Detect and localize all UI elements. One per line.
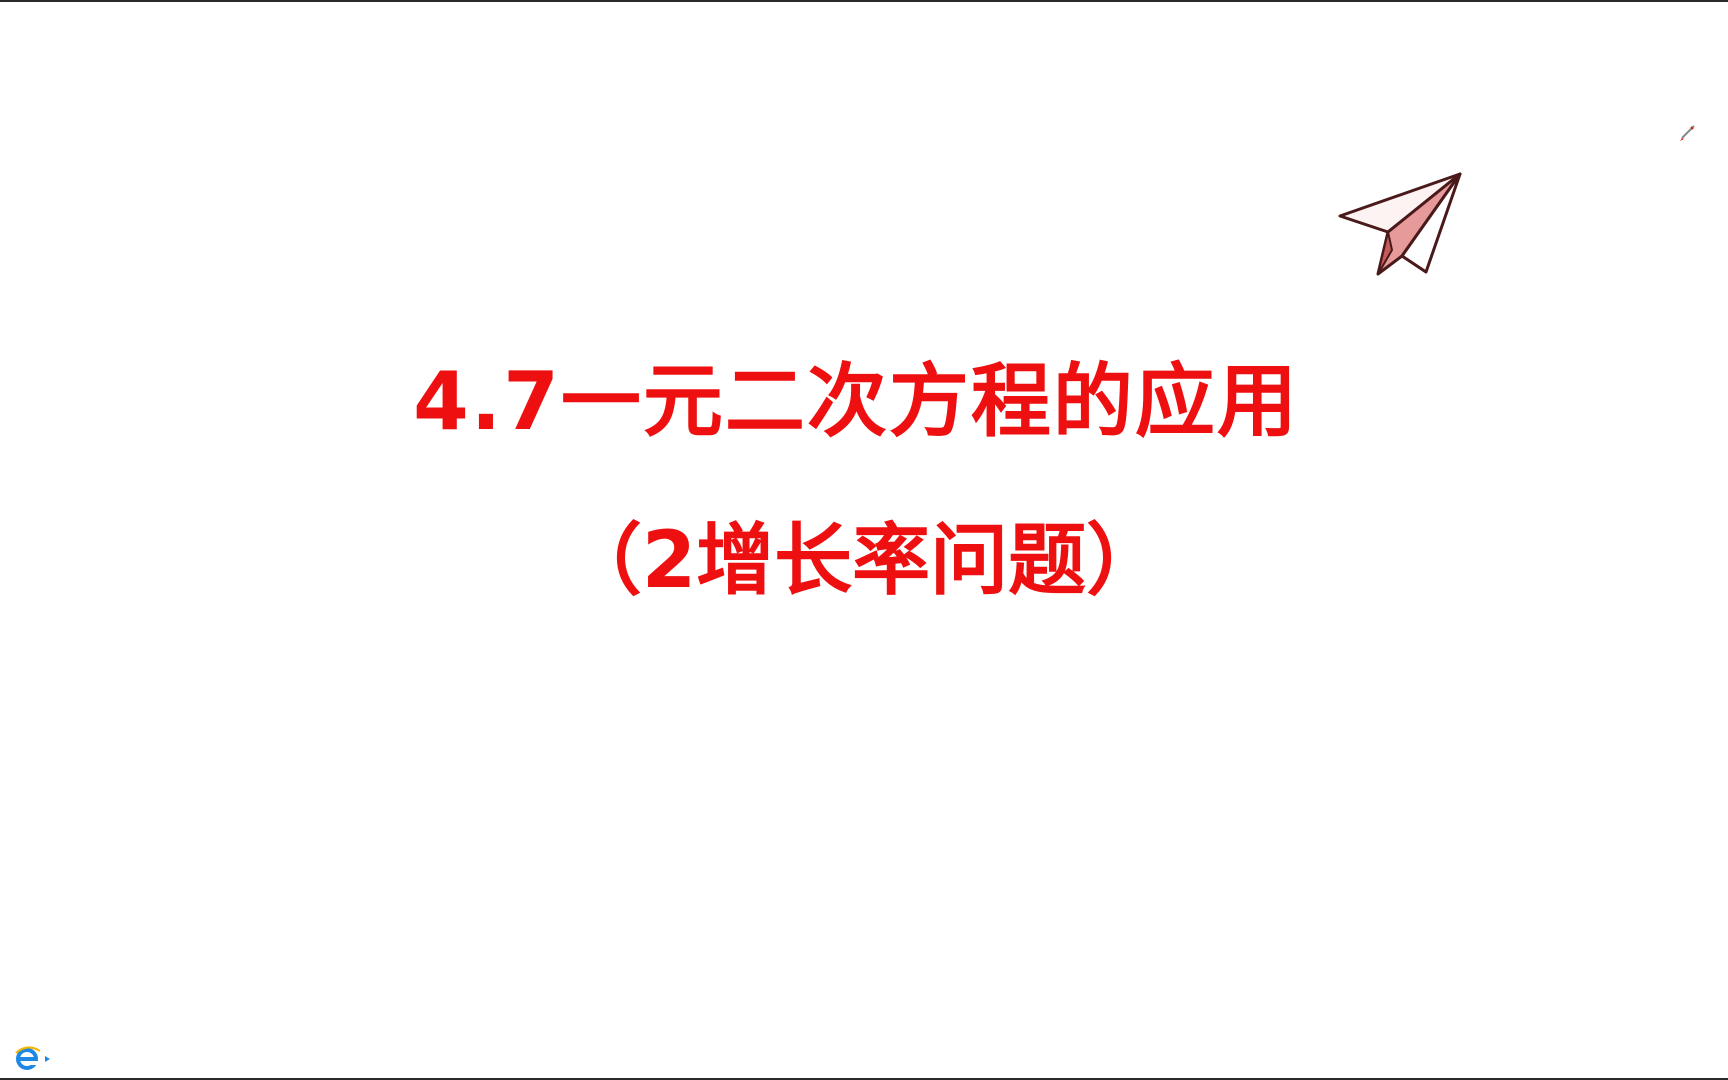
pen-cursor-icon bbox=[1680, 125, 1695, 141]
ie-logo-icon[interactable] bbox=[14, 1045, 54, 1073]
slide-title: 4.7一元二次方程的应用 bbox=[413, 355, 1299, 448]
paper-plane-icon bbox=[1338, 172, 1462, 276]
slide-subtitle: （2增长率问题） bbox=[563, 516, 1165, 606]
slide-canvas: 4.7一元二次方程的应用 （2增长率问题） bbox=[0, 2, 1728, 1078]
